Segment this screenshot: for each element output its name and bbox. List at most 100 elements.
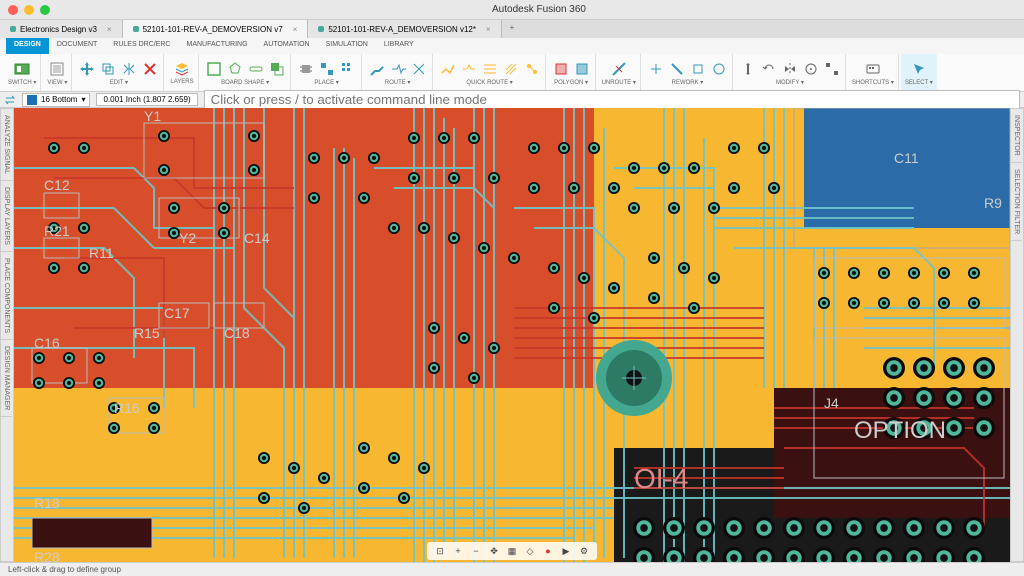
rework2-icon[interactable] [668,60,686,78]
svg-text:C18: C18 [224,325,250,341]
copy-icon[interactable] [99,60,117,78]
status-bar: Left-click & drag to define group [0,562,1024,576]
ribbon-tab-automation[interactable]: AUTOMATION [256,38,318,54]
close-window-icon[interactable] [8,5,18,15]
left-panel-tabs: ANALYZE SIGNAL DISPLAY LAYERS PLACE COMP… [0,108,14,562]
layers-icon[interactable] [173,60,191,78]
ribbon-tab-manufacturing[interactable]: MANUFACTURING [178,38,255,54]
quickroute2-icon[interactable] [460,60,478,78]
select-icon[interactable] [910,60,928,78]
modify-rotate-icon[interactable] [760,60,778,78]
doc-tab-electronics[interactable]: Electronics Design v3× [0,20,123,38]
svg-text:R11: R11 [89,245,114,261]
delete-icon[interactable] [141,60,159,78]
ripup-icon[interactable] [389,60,407,78]
tab-display-layers[interactable]: DISPLAY LAYERS [1,181,12,252]
svg-text:C12: C12 [44,177,70,193]
new-tab-button[interactable]: + [502,20,523,38]
svg-text:R18: R18 [34,495,60,511]
view-icon[interactable] [48,60,66,78]
mirror-icon[interactable] [120,60,138,78]
svg-text:R9: R9 [984,195,1002,211]
shortcuts-icon[interactable] [864,60,882,78]
polygon-shape-icon[interactable] [226,60,244,78]
minimize-window-icon[interactable] [24,5,34,15]
tool-group-route: ROUTE ▾ [364,54,433,91]
ribbon-tab-library[interactable]: LIBRARY [376,38,422,54]
tab-selection-filter[interactable]: SELECTION FILTER [1011,163,1022,241]
place-component-icon[interactable] [297,60,315,78]
play-icon[interactable]: ▶ [559,544,573,558]
svg-text:C11: C11 [894,150,919,166]
close-icon[interactable]: × [293,25,298,34]
place-group-icon[interactable] [318,60,336,78]
zoom-fit-icon[interactable]: ⊡ [433,544,447,558]
move-icon[interactable] [78,60,96,78]
design-toolbar: SWITCH ▾ VIEW ▾ EDIT ▾ LAYERS BOARD SHAP… [0,54,1024,92]
tab-analyze-signal[interactable]: ANALYZE SIGNAL [1,109,12,181]
derive-icon[interactable] [268,60,286,78]
tool-group-board-shape: BOARD SHAPE ▾ [201,54,291,91]
pan-icon[interactable]: ✥ [487,544,501,558]
polygon-icon[interactable] [552,60,570,78]
app-title: Autodesk Fusion 360 [62,4,1016,15]
place-grid-icon[interactable] [339,60,357,78]
close-icon[interactable]: × [486,25,491,34]
rework1-icon[interactable] [647,60,665,78]
polygon-pour-icon[interactable] [573,60,591,78]
modify-move-icon[interactable] [739,60,757,78]
rework3-icon[interactable] [689,60,707,78]
tool-group-place: PLACE ▾ [293,54,362,91]
switch-icon[interactable] [13,60,31,78]
tool-group-unroute: UNROUTE ▾ [598,54,641,91]
quickroute3-icon[interactable] [481,60,499,78]
svg-text:Y2: Y2 [179,230,196,246]
layer-dropdown[interactable]: 16 Bottom ▾ [22,93,90,107]
doc-tab-demo-v12[interactable]: 52101-101-REV-A_DEMOVERSION v12*× [308,20,501,38]
ribbon-tab-simulation[interactable]: SIMULATION [318,38,376,54]
maximize-window-icon[interactable] [40,5,50,15]
route-icon[interactable] [368,60,386,78]
doc-tab-demo-v7[interactable]: 52101-101-REV-A_DEMOVERSION v7× [123,20,309,38]
svg-text:C14: C14 [244,230,270,246]
snap-icon[interactable]: ◇ [523,544,537,558]
svg-text:R28: R28 [34,549,60,562]
tab-inspector[interactable]: INSPECTOR [1011,109,1022,163]
view-control-bar: ⊡ + − ✥ ▦ ◇ ● ▶ ⚙ [427,542,597,560]
doc-icon [10,26,16,32]
quickroute-icon[interactable] [439,60,457,78]
tool-group-modify: MODIFY ▾ [735,54,846,91]
tool-group-switch: SWITCH ▾ [4,54,41,91]
svg-text:Y1: Y1 [144,108,161,124]
modify-mirror-icon[interactable] [781,60,799,78]
slot-icon[interactable] [247,60,265,78]
command-line-input[interactable] [204,90,1020,109]
ribbon-tab-document[interactable]: DOCUMENT [49,38,105,54]
outline-icon[interactable] [205,60,223,78]
unroute-icon[interactable] [610,60,628,78]
layer-flip-icon[interactable] [4,94,16,106]
modify-array-icon[interactable] [823,60,841,78]
svg-text:R15: R15 [134,325,160,341]
window-controls [8,5,50,15]
settings-icon[interactable]: ⚙ [577,544,591,558]
quickroute5-icon[interactable] [523,60,541,78]
chevron-down-icon: ▾ [81,95,85,104]
modify-spin-icon[interactable] [802,60,820,78]
tool-group-edit: EDIT ▾ [74,54,164,91]
ribbon-tab-rules[interactable]: RULES DRC/ERC [105,38,178,54]
grid-icon[interactable]: ▦ [505,544,519,558]
rework4-icon[interactable] [710,60,728,78]
pcb-canvas[interactable]: Y1 C12 R21 R11 Y2 C14 C17 R15 C18 C16 R1… [14,108,1010,562]
tab-place-components[interactable]: PLACE COMPONENTS [1,252,12,340]
quickroute4-icon[interactable] [502,60,520,78]
tab-design-manager[interactable]: DESIGN MANAGER [1,340,12,417]
doc-icon [133,26,139,32]
ribbon-tab-design[interactable]: DESIGN [6,38,49,54]
close-icon[interactable]: × [107,25,112,34]
fanout-icon[interactable] [410,60,428,78]
zoom-in-icon[interactable]: + [451,544,465,558]
zoom-out-icon[interactable]: − [469,544,483,558]
tool-group-quick-route: QUICK ROUTE ▾ [435,54,546,91]
record-icon[interactable]: ● [541,544,555,558]
